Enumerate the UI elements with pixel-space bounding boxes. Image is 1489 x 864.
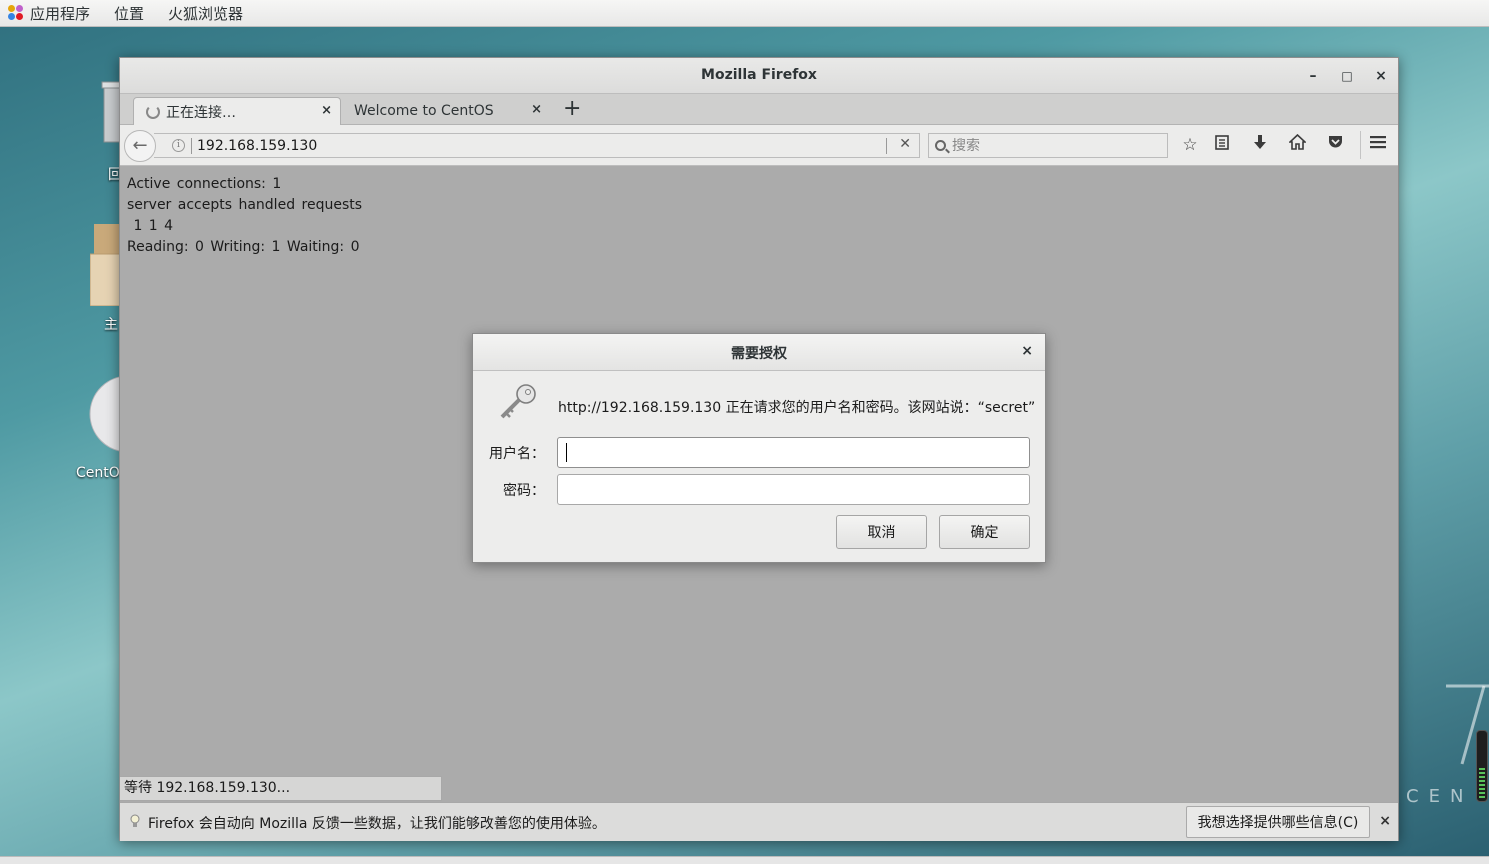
volume-level xyxy=(1479,768,1485,798)
tab-connecting[interactable]: 正在连接… × xyxy=(133,97,341,125)
auth-dialog: 需要授权 × http://192.168.159.130 正在请求您的用户名和… xyxy=(472,333,1046,563)
url-bar[interactable]: i 192.168.159.130 ✕ xyxy=(154,133,920,158)
new-tab-button[interactable]: + xyxy=(563,96,581,121)
username-input[interactable] xyxy=(557,437,1030,468)
stop-loading-icon[interactable]: ✕ xyxy=(899,136,911,152)
back-arrow-icon: ← xyxy=(132,135,148,156)
info-icon[interactable]: i xyxy=(172,139,185,152)
navigation-toolbar: i 192.168.159.130 ✕ ← ☆ xyxy=(120,125,1398,166)
notification-close-icon[interactable]: × xyxy=(1379,813,1391,829)
status-panel: 等待 192.168.159.130... xyxy=(120,776,442,801)
window-titlebar[interactable]: Mozilla Firefox – □ × xyxy=(120,58,1398,94)
text-caret xyxy=(566,443,567,462)
cancel-button[interactable]: 取消 xyxy=(836,515,927,549)
page-text-line: Active connections: 1 xyxy=(127,176,282,192)
window-title: Mozilla Firefox xyxy=(701,67,817,83)
choose-data-button[interactable]: 我想选择提供哪些信息(C) xyxy=(1186,806,1370,838)
disc-icon[interactable] xyxy=(88,374,167,456)
applications-menu[interactable]: 应用程序 xyxy=(8,3,90,24)
dialog-close-button[interactable]: × xyxy=(1021,343,1033,359)
tab-label: 正在连接… xyxy=(166,104,236,121)
loading-spinner-icon xyxy=(146,104,160,119)
dialog-titlebar[interactable]: 需要授权 × xyxy=(473,334,1045,371)
tab-label: Welcome to CentOS xyxy=(354,103,494,119)
url-text[interactable]: 192.168.159.130 xyxy=(197,138,317,154)
search-icon xyxy=(935,140,946,151)
menu-hamburger-icon[interactable] xyxy=(1366,133,1390,157)
volume-indicator xyxy=(1476,730,1488,802)
auth-message: http://192.168.159.130 正在请求您的用户名和密码。该网站说… xyxy=(558,400,1036,416)
password-input[interactable] xyxy=(557,474,1030,505)
page-text-line: server accepts handled requests xyxy=(127,197,363,213)
search-bar[interactable] xyxy=(928,133,1168,158)
places-menu[interactable]: 位置 xyxy=(114,3,144,24)
username-label: 用户名： xyxy=(489,446,545,462)
key-icon xyxy=(500,384,536,419)
dialog-title: 需要授权 xyxy=(731,346,787,362)
tab-welcome-centos[interactable]: Welcome to CentOS × xyxy=(346,97,550,125)
tab-close-icon[interactable]: × xyxy=(321,103,332,118)
back-button[interactable]: ← xyxy=(124,130,156,162)
downloads-icon[interactable] xyxy=(1248,133,1272,157)
bookmarks-list-icon[interactable] xyxy=(1210,133,1234,157)
centos-watermark: CEN xyxy=(1406,786,1474,807)
close-button[interactable]: × xyxy=(1371,66,1391,86)
notification-text: Firefox 会自动向 Mozilla 反馈一些数据，让我们能够改善您的使用体… xyxy=(148,816,606,832)
home-icon[interactable] xyxy=(1285,133,1309,157)
tab-close-icon[interactable]: × xyxy=(531,102,542,117)
pocket-icon[interactable] xyxy=(1323,133,1347,157)
maximize-button[interactable]: □ xyxy=(1337,66,1357,86)
disc-label: CentO xyxy=(76,465,120,481)
search-input[interactable] xyxy=(952,137,1152,154)
firefox-app-menu[interactable]: 火狐浏览器 xyxy=(168,3,243,24)
gnome-top-bar: 应用程序 位置 火狐浏览器 xyxy=(0,0,1489,27)
home-folder-icon[interactable] xyxy=(89,224,121,307)
lightbulb-icon xyxy=(130,814,140,827)
page-text-line: 1 1 4 xyxy=(127,218,174,234)
applications-label: 应用程序 xyxy=(30,4,91,23)
bookmark-star-icon[interactable]: ☆ xyxy=(1178,133,1202,157)
password-label: 密码： xyxy=(503,483,545,499)
bottom-panel xyxy=(0,856,1489,864)
page-text-line: Reading: 0 Writing: 1 Waiting: 0 xyxy=(127,239,360,255)
applications-icon xyxy=(8,5,24,21)
minimize-button[interactable]: – xyxy=(1303,66,1323,86)
ok-button[interactable]: 确定 xyxy=(939,515,1030,549)
tab-bar: 正在连接… × Welcome to CentOS × + xyxy=(120,94,1398,125)
data-reporting-notification: Firefox 会自动向 Mozilla 反馈一些数据，让我们能够改善您的使用体… xyxy=(120,802,1398,841)
home-label: 主 xyxy=(104,317,118,333)
